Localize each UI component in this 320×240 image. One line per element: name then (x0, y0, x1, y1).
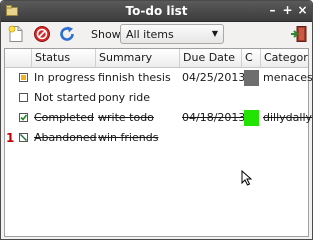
status-cell: Completed (34, 111, 94, 124)
status-checkbox-icon[interactable] (19, 73, 28, 82)
close-button[interactable]: × (296, 4, 309, 17)
status-checkbox-icon[interactable] (19, 93, 28, 102)
category-cell: dillydally (263, 111, 313, 124)
column-header-summary[interactable]: Summary (96, 49, 180, 67)
table-row[interactable]: In progress finnish thesis 04/25/2013 menac… (5, 68, 312, 88)
maximize-button[interactable]: + (281, 4, 294, 17)
todo-window: To-do list – + × Show: All items ▼ Statu… (0, 0, 313, 240)
table-row[interactable]: Not started pony ride (5, 88, 308, 108)
refresh-icon[interactable] (58, 25, 76, 43)
summary-cell: finnish thesis (98, 71, 171, 84)
delete-icon[interactable] (33, 25, 51, 43)
show-filter-label: Show: (91, 28, 124, 41)
title-bar[interactable]: To-do list – + × (1, 1, 312, 22)
chevron-down-icon: ▼ (211, 29, 218, 38)
category-cell: menaces (263, 71, 313, 84)
summary-cell: write todo (98, 111, 154, 124)
column-header-category[interactable]: Category (261, 49, 308, 67)
new-document-icon[interactable] (7, 25, 25, 43)
column-header-color[interactable]: C (242, 49, 261, 67)
priority-marker: 1 (6, 131, 15, 145)
color-swatch (244, 110, 259, 126)
summary-cell: pony ride (98, 91, 151, 104)
status-checkbox-icon[interactable] (19, 133, 28, 142)
status-cell: In progress (34, 71, 96, 84)
status-cell: Not started (34, 91, 97, 104)
column-header-due-date[interactable]: Due Date (180, 49, 242, 67)
table-row[interactable]: Completed write todo 04/18/2013 dillydally (5, 108, 312, 128)
todo-list: Status Summary Due Date C Category In pr… (4, 48, 312, 237)
color-swatch (244, 70, 259, 86)
minimize-button[interactable]: – (266, 4, 279, 17)
due-date-cell: 04/25/2013 (182, 71, 246, 84)
due-date-cell: 04/18/2013 (182, 111, 246, 124)
mouse-cursor-icon (241, 170, 253, 186)
show-filter-dropdown[interactable]: All items ▼ (120, 24, 224, 44)
exit-door-icon[interactable] (290, 25, 308, 43)
column-header-flags[interactable] (5, 49, 32, 67)
column-header-status[interactable]: Status (32, 49, 96, 67)
toolbar: Show: All items ▼ (1, 22, 312, 47)
status-cell: Abandoned (34, 131, 97, 144)
show-filter-value: All items (126, 28, 174, 41)
summary-cell: win friends (98, 131, 159, 144)
list-header: Status Summary Due Date C Category (5, 49, 308, 68)
table-row[interactable]: 1 Abandoned win friends (5, 128, 308, 148)
status-checkbox-icon[interactable] (19, 113, 28, 122)
